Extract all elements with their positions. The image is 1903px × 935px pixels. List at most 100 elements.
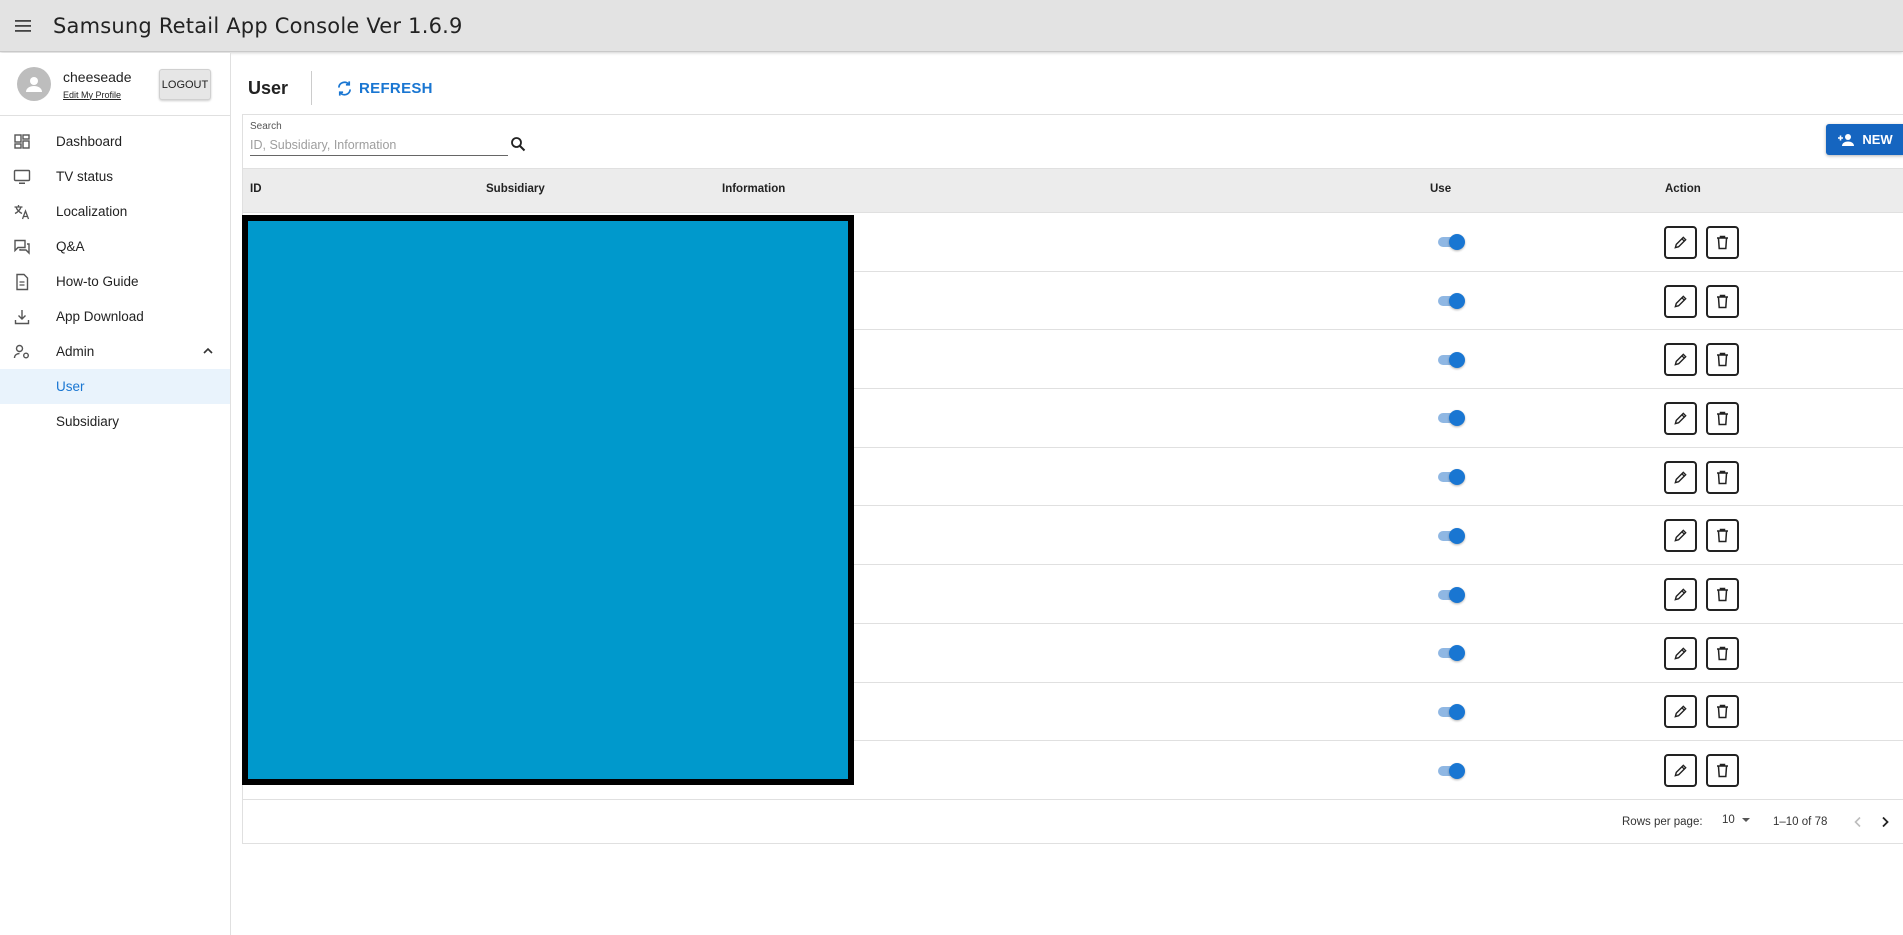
trash-icon (1717, 352, 1728, 367)
caret-down-icon (1741, 818, 1750, 822)
column-header-use[interactable]: Use (1430, 183, 1451, 195)
trash-icon (1717, 235, 1728, 250)
chevron-right-icon (1882, 816, 1889, 828)
sidebar-item-app-download[interactable]: App Download (0, 299, 230, 334)
chevron-up-icon (203, 347, 213, 354)
refresh-label: REFRESH (359, 79, 433, 97)
delete-button[interactable] (1706, 401, 1739, 435)
delete-button[interactable] (1706, 754, 1739, 788)
delete-button[interactable] (1706, 636, 1739, 670)
sidebar-item-label: App Download (56, 309, 144, 324)
sidebar-item-label: Localization (56, 204, 128, 219)
delete-button[interactable] (1706, 695, 1739, 729)
sidebar-item-localization[interactable]: Localization (0, 194, 230, 229)
delete-button[interactable] (1706, 519, 1739, 553)
use-toggle[interactable] (1437, 291, 1467, 311)
refresh-button[interactable]: REFRESH (336, 80, 433, 97)
trash-icon (1717, 294, 1728, 308)
logout-button[interactable]: LOGOUT (159, 69, 211, 100)
delete-button[interactable] (1706, 460, 1739, 494)
page-title: User (248, 77, 289, 98)
forum-icon (14, 239, 30, 255)
next-page-button[interactable] (1873, 810, 1897, 834)
sidebar-item-dashboard[interactable]: Dashboard (0, 124, 230, 159)
sidebar-item-label: TV status (56, 169, 114, 184)
edit-icon (1674, 294, 1687, 308)
manage-accounts-icon (13, 344, 29, 359)
sidebar-item-tv-status[interactable]: TV status (0, 159, 230, 194)
edit-icon (1674, 529, 1687, 543)
table-header: ID Subsidiary Information Use Action (243, 169, 1903, 213)
edit-button[interactable] (1664, 284, 1697, 318)
trash-icon (1717, 411, 1728, 426)
use-toggle[interactable] (1437, 467, 1467, 487)
edit-profile-link[interactable]: Edit My Profile (63, 90, 132, 100)
sidebar-item-user[interactable]: User (0, 369, 230, 404)
toggle-thumb (1449, 527, 1465, 544)
column-header-action: Action (1665, 183, 1701, 195)
edit-button[interactable] (1664, 225, 1697, 259)
dashboard-icon (14, 134, 30, 149)
sidebar-item-label: User (56, 379, 85, 394)
rows-per-page-select[interactable]: 10 (1722, 814, 1751, 826)
delete-button[interactable] (1706, 225, 1739, 259)
column-header-subsidiary[interactable]: Subsidiary (486, 183, 545, 195)
edit-button[interactable] (1664, 695, 1697, 729)
pagination-range: 1–10 of 78 (1773, 816, 1828, 828)
delete-button[interactable] (1706, 343, 1739, 377)
sidebar-item-admin[interactable]: Admin (0, 334, 230, 369)
app-bar: Samsung Retail App Console Ver 1.6.9 (0, 0, 1903, 52)
sidebar-item-subsidiary[interactable]: Subsidiary (0, 404, 230, 439)
edit-button[interactable] (1664, 636, 1697, 670)
app-title: Samsung Retail App Console Ver 1.6.9 (53, 13, 463, 38)
trash-icon (1717, 470, 1728, 484)
delete-button[interactable] (1706, 578, 1739, 612)
new-button-label: NEW (1862, 132, 1893, 147)
sidebar-item-label: How-to Guide (56, 274, 139, 289)
trash-icon (1717, 587, 1728, 602)
edit-icon (1674, 412, 1687, 425)
toggle-thumb (1449, 351, 1465, 368)
sidebar: cheeseade Edit My Profile LOGOUT Dashboa… (0, 53, 231, 935)
use-toggle[interactable] (1437, 643, 1467, 663)
search-label: Search (250, 121, 282, 132)
sidebar-item-how-to-guide[interactable]: How-to Guide (0, 264, 230, 299)
search-icon[interactable] (510, 136, 526, 152)
use-toggle[interactable] (1437, 526, 1467, 546)
sidebar-item-label: Subsidiary (56, 414, 120, 429)
edit-button[interactable] (1664, 343, 1697, 377)
use-toggle[interactable] (1437, 761, 1467, 781)
column-header-id[interactable]: ID (250, 183, 262, 195)
use-toggle[interactable] (1437, 232, 1467, 252)
use-toggle[interactable] (1437, 408, 1467, 428)
trash-icon (1717, 705, 1728, 719)
search-input[interactable] (250, 134, 508, 156)
table-toolbar: Search NEW (243, 115, 1903, 169)
edit-button[interactable] (1664, 754, 1697, 788)
toggle-thumb (1449, 293, 1465, 310)
page-header: User REFRESH (248, 71, 433, 105)
toggle-thumb (1449, 645, 1465, 662)
toggle-thumb (1449, 234, 1465, 251)
edit-button[interactable] (1664, 578, 1697, 612)
edit-icon (1674, 647, 1687, 660)
hamburger-menu-icon (15, 19, 31, 32)
sidebar-item-qa[interactable]: Q&A (0, 229, 230, 264)
new-user-button[interactable]: NEW (1826, 124, 1903, 155)
username: cheeseade (63, 68, 132, 85)
delete-button[interactable] (1706, 284, 1739, 318)
rows-per-page-label: Rows per page: (1622, 816, 1703, 828)
edit-button[interactable] (1664, 460, 1697, 494)
person-add-icon (1838, 133, 1855, 146)
person-icon (26, 77, 42, 92)
monitor-icon (13, 169, 31, 184)
use-toggle[interactable] (1437, 702, 1467, 722)
edit-button[interactable] (1664, 401, 1697, 435)
edit-button[interactable] (1664, 519, 1697, 553)
column-header-information[interactable]: Information (722, 183, 785, 195)
use-toggle[interactable] (1437, 585, 1467, 605)
use-toggle[interactable] (1437, 350, 1467, 370)
menu-button[interactable] (0, 0, 48, 52)
trash-icon (1717, 763, 1728, 778)
previous-page-button[interactable] (1846, 810, 1870, 834)
